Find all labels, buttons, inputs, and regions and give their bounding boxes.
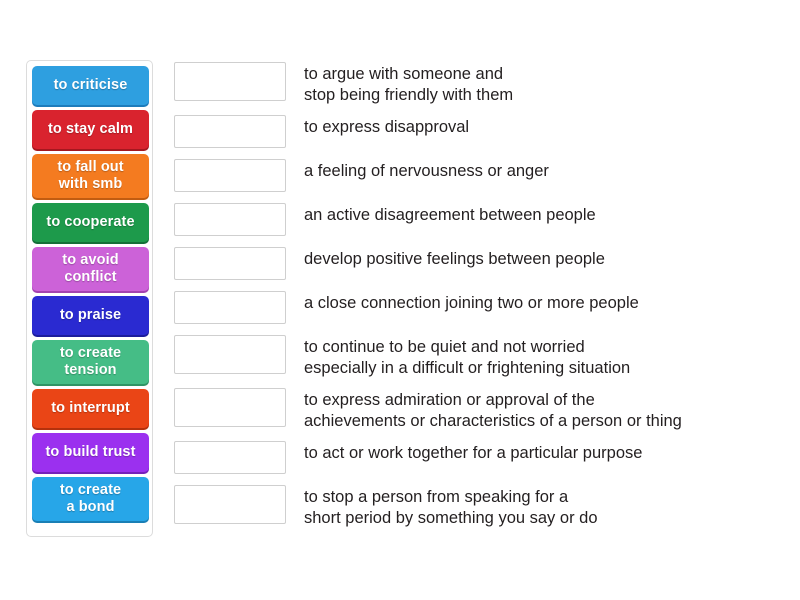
definition-row: to continue to be quiet and not worried e… [174, 335, 786, 379]
definition-row: an active disagreement between people [174, 203, 786, 236]
definition-text-line: to act or work together for a particular… [304, 444, 643, 462]
definition-text: to argue with someone and stop being frie… [304, 62, 786, 106]
answer-dropzone[interactable] [174, 388, 286, 427]
tile-label: to fall out with smb [57, 159, 123, 193]
definition-row: a close connection joining two or more p… [174, 291, 786, 324]
answer-dropzone[interactable] [174, 441, 286, 474]
definition-row: to express admiration or approval of the… [174, 388, 786, 432]
tile-label-line: tension [64, 362, 117, 378]
definition-text-line: especially in a difficult or frightening… [304, 359, 631, 377]
tile-to-avoid-conflict[interactable]: to avoid conflict [32, 247, 149, 291]
definition-text-line: to stop a person from speaking for a [304, 488, 569, 506]
answer-dropzone[interactable] [174, 62, 286, 101]
tile-label-line: conflict [64, 269, 117, 285]
answer-dropzone[interactable] [174, 203, 286, 236]
tile-label-line: to interrupt [51, 400, 130, 416]
definition-text-line: a feeling of nervousness or anger [304, 162, 549, 180]
tile-to-create-a-bond[interactable]: to create a bond [32, 477, 149, 521]
word-tiles-panel: to criticise to stay calm to fall out with … [26, 60, 153, 537]
definition-text: a feeling of nervousness or anger [304, 159, 786, 182]
answer-dropzone[interactable] [174, 291, 286, 324]
definition-row: to argue with someone and stop being frie… [174, 62, 786, 106]
tile-label: to stay calm [48, 121, 133, 138]
tile-label: to create a bond [60, 482, 121, 516]
definition-text-line: develop positive feelings between people [304, 250, 605, 268]
answer-dropzone[interactable] [174, 247, 286, 280]
tile-label: to build trust [46, 444, 136, 461]
definition-row: to express disapproval [174, 115, 786, 148]
tile-to-stay-calm[interactable]: to stay calm [32, 110, 149, 149]
tile-label-line: to avoid [62, 252, 119, 268]
tile-label-line: to criticise [53, 77, 128, 93]
tile-label-line: with smb [58, 176, 123, 192]
definition-row: a feeling of nervousness or anger [174, 159, 786, 192]
tile-to-fall-out-with-smb[interactable]: to fall out with smb [32, 154, 149, 198]
tile-label-line: to create [59, 482, 122, 498]
tile-label-line: to fall out [57, 159, 124, 175]
definition-text-line: to express admiration or approval of the [304, 391, 595, 409]
tile-label-line: to build trust [45, 444, 136, 460]
tile-label: to praise [60, 307, 121, 324]
definition-row: to stop a person from speaking for a shor… [174, 485, 786, 529]
definition-rows-list: to argue with someone and stop being frie… [174, 62, 786, 538]
answer-dropzone[interactable] [174, 159, 286, 192]
definition-text-line: a close connection joining two or more p… [304, 294, 639, 312]
definition-text: to continue to be quiet and not worried e… [304, 335, 786, 379]
definition-text-line: stop being friendly with them [304, 86, 514, 104]
tile-to-praise[interactable]: to praise [32, 296, 149, 335]
definition-text: to act or work together for a particular… [304, 441, 786, 464]
tile-to-cooperate[interactable]: to cooperate [32, 203, 149, 242]
definition-text: a close connection joining two or more p… [304, 291, 786, 314]
definition-text: to express disapproval [304, 115, 786, 138]
tile-label-line: to praise [59, 307, 122, 323]
definition-text: an active disagreement between people [304, 203, 786, 226]
tile-label: to cooperate [46, 214, 134, 231]
tile-label: to criticise [54, 77, 128, 94]
definition-text-line: to continue to be quiet and not worried [304, 338, 585, 356]
match-up-activity: to criticise to stay calm to fall out with … [0, 0, 800, 600]
definition-row: develop positive feelings between people [174, 247, 786, 280]
answer-dropzone[interactable] [174, 115, 286, 148]
tile-to-build-trust[interactable]: to build trust [32, 433, 149, 472]
tile-label-line: to cooperate [46, 214, 135, 230]
definition-text-line: short period by something you say or do [304, 509, 598, 527]
definition-row: to act or work together for a particular… [174, 441, 786, 474]
answer-dropzone[interactable] [174, 485, 286, 524]
answer-dropzone[interactable] [174, 335, 286, 374]
tile-label-line: to create [59, 345, 122, 361]
definition-text: to express admiration or approval of the… [304, 388, 786, 432]
tile-label-line: to stay calm [47, 121, 133, 137]
tile-to-criticise[interactable]: to criticise [32, 66, 149, 105]
definition-text-line: achievements or characteristics of a per… [304, 412, 682, 430]
tile-label-line: a bond [66, 499, 115, 515]
tile-to-create-tension[interactable]: to create tension [32, 340, 149, 384]
tile-label: to interrupt [51, 400, 130, 417]
definition-text: develop positive feelings between people [304, 247, 786, 270]
tile-label: to create tension [60, 345, 121, 379]
definition-text-line: to argue with someone and [304, 65, 504, 83]
definition-text-line: an active disagreement between people [304, 206, 596, 224]
tile-to-interrupt[interactable]: to interrupt [32, 389, 149, 428]
tile-label: to avoid conflict [62, 252, 118, 286]
definition-text-line: to express disapproval [304, 118, 470, 136]
definition-text: to stop a person from speaking for a shor… [304, 485, 786, 529]
